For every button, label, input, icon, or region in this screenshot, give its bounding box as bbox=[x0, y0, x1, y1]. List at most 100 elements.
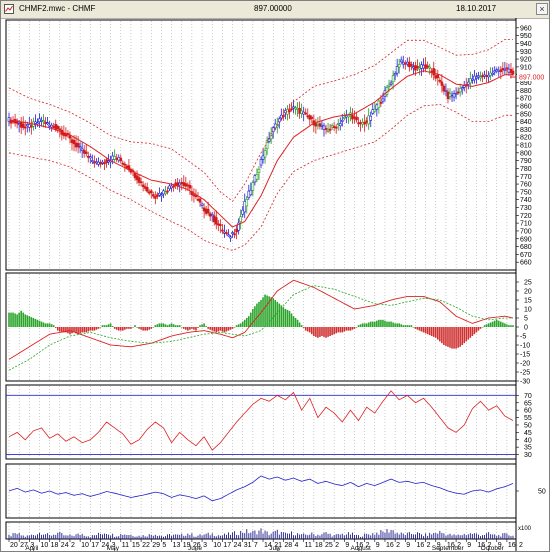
price-tick-label: 720 bbox=[520, 213, 532, 220]
price-tick-label: 810 bbox=[520, 143, 532, 150]
day-label: 11 bbox=[122, 542, 129, 549]
candle-body bbox=[34, 121, 37, 124]
day-label: 25 bbox=[325, 542, 333, 549]
macd-bar bbox=[288, 310, 291, 327]
macd-bar bbox=[502, 322, 504, 327]
candle-body bbox=[479, 76, 482, 79]
macd-bar bbox=[164, 324, 167, 327]
candle-body bbox=[82, 150, 86, 154]
macd-bar bbox=[252, 309, 254, 327]
macd-bar bbox=[382, 319, 384, 327]
macd-bar bbox=[270, 297, 272, 327]
macd-bar bbox=[134, 325, 136, 327]
candle-body bbox=[170, 185, 173, 189]
close-button[interactable]: × bbox=[536, 3, 548, 15]
macd-bar bbox=[209, 327, 211, 330]
candle-body bbox=[401, 61, 405, 65]
candle-body bbox=[462, 85, 466, 88]
macd-bar bbox=[371, 321, 374, 327]
macd-bar bbox=[22, 312, 25, 327]
candle-body bbox=[375, 104, 379, 110]
macd-bar bbox=[130, 327, 132, 329]
macd-bar bbox=[441, 327, 443, 344]
window-title: CHMF2.mwc - CHMF bbox=[19, 4, 96, 13]
macd-bar bbox=[412, 327, 415, 328]
macd-bar bbox=[483, 325, 486, 327]
candle-body bbox=[58, 128, 62, 131]
macd-bar bbox=[158, 323, 161, 327]
macd-bar bbox=[40, 321, 43, 327]
candle-body bbox=[23, 126, 27, 129]
macd-bar bbox=[201, 324, 203, 327]
candle-body bbox=[361, 122, 364, 125]
macd-bar bbox=[426, 327, 429, 335]
macd-axis: 25 20 15 10 5 0 -5 -10 -15 -20 -25 -30 bbox=[516, 280, 532, 386]
macd-bar bbox=[132, 327, 134, 328]
candle-body bbox=[133, 173, 137, 179]
candle-body bbox=[340, 119, 344, 122]
candle-body bbox=[186, 184, 190, 187]
macd-bar bbox=[264, 294, 266, 327]
macd-bar bbox=[93, 327, 96, 331]
candle-body bbox=[395, 66, 399, 74]
indicator4-tick-label: 50 bbox=[538, 489, 546, 496]
macd-bar bbox=[71, 327, 73, 334]
price-tick-label: 820 bbox=[520, 135, 532, 142]
macd-bar bbox=[211, 327, 214, 331]
candle-body bbox=[434, 75, 438, 79]
candle-body bbox=[257, 168, 261, 173]
macd-bar bbox=[113, 327, 116, 329]
macd-bar bbox=[329, 327, 331, 336]
candle-body bbox=[369, 115, 373, 121]
candle-body bbox=[17, 123, 21, 126]
macd-bar bbox=[91, 327, 94, 331]
macd-bar bbox=[343, 327, 346, 332]
candle-body bbox=[168, 185, 171, 190]
macd-bar bbox=[284, 309, 287, 327]
macd-bar bbox=[467, 327, 470, 340]
candle-body bbox=[223, 231, 226, 234]
day-label: 10 bbox=[40, 542, 48, 549]
month-label: May bbox=[107, 545, 120, 551]
candle-body bbox=[229, 236, 232, 239]
candle-body bbox=[214, 217, 218, 225]
title-bar[interactable]: CHMF2.mwc - CHMF 897.00000 18.10.2017 × bbox=[1, 1, 549, 19]
macd-bar bbox=[323, 327, 325, 337]
macd-bar bbox=[455, 327, 457, 349]
candle-body bbox=[304, 112, 308, 115]
macd-tick-label: 5 bbox=[524, 316, 528, 323]
macd-bar bbox=[223, 327, 226, 333]
candle-body bbox=[355, 116, 358, 121]
candle-body bbox=[80, 148, 84, 151]
macd-bar bbox=[376, 320, 378, 327]
candle-body bbox=[21, 123, 25, 128]
macd-bar bbox=[221, 327, 224, 332]
macd-bar bbox=[479, 327, 482, 329]
candle-body bbox=[347, 114, 350, 118]
macd-bar bbox=[445, 327, 447, 346]
macd-tick-label: -25 bbox=[520, 370, 530, 377]
candle-body bbox=[119, 157, 123, 162]
candle-body bbox=[135, 175, 139, 181]
candle-body bbox=[48, 124, 51, 127]
candle-body bbox=[357, 122, 360, 125]
candle-body bbox=[466, 81, 470, 85]
macd-bar bbox=[510, 325, 512, 327]
day-label: 24 bbox=[234, 542, 242, 549]
macd-bar bbox=[308, 327, 311, 333]
candle-body bbox=[416, 65, 419, 69]
candle-body bbox=[503, 68, 507, 71]
candle-body bbox=[475, 76, 478, 79]
macd-bar bbox=[390, 321, 392, 327]
macd-bar bbox=[227, 327, 230, 331]
candle-body bbox=[111, 155, 114, 160]
candle-body bbox=[460, 87, 464, 90]
macd-bar bbox=[298, 322, 301, 327]
macd-bar bbox=[361, 323, 364, 327]
candle-body bbox=[365, 120, 368, 123]
macd-bar bbox=[144, 327, 146, 331]
macd-bar bbox=[471, 327, 474, 336]
macd-bar bbox=[341, 327, 344, 333]
price-tick-label: 880 bbox=[520, 88, 532, 95]
day-label: 2 bbox=[427, 542, 431, 549]
